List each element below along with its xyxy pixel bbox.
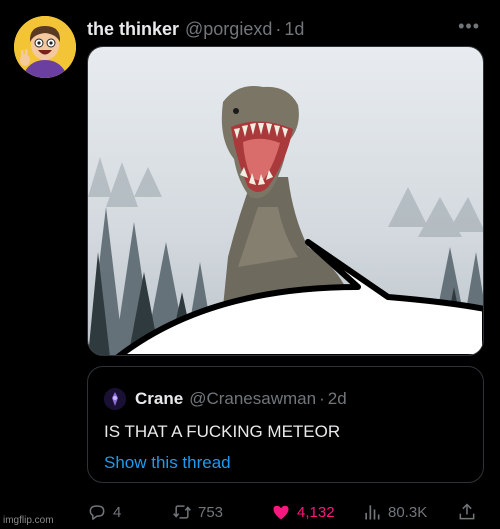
cartoon-avatar-icon [14,16,76,78]
quoted-author-avatar[interactable] [104,388,126,410]
imgflip-watermark: imgflip.com [3,515,54,526]
reply-button[interactable]: 4 [87,500,121,524]
quoted-author-display-name[interactable]: Crane [135,389,183,409]
retweet-button[interactable]: 753 [172,500,223,524]
dinosaur-image [88,47,483,355]
tweet-timestamp[interactable]: 1d [284,19,304,40]
more-horizontal-icon[interactable]: ••• [458,17,480,35]
retweet-icon [173,505,191,519]
like-button[interactable]: 4,132 [271,500,335,524]
share-button[interactable] [457,500,483,524]
show-thread-link[interactable]: Show this thread [104,453,231,473]
views-button[interactable]: 80.3K [362,500,427,524]
reply-icon [89,505,105,520]
author-display-name[interactable]: the thinker [87,19,179,40]
quoted-author-handle[interactable]: @Cranesawman [189,389,316,409]
tweet-image[interactable] [87,46,484,356]
tweet-header: the thinker @porgiexd · 1d ••• [87,17,480,41]
action-bar: 4 753 4,132 80.3K [87,500,487,524]
quoted-tweet-timestamp[interactable]: 2d [328,389,347,409]
reply-count: 4 [113,503,122,521]
views-count: 80.3K [388,503,428,521]
heart-icon [273,505,289,520]
retweet-count: 753 [198,503,224,521]
share-icon [459,503,475,520]
author-avatar[interactable] [14,16,76,78]
separator-dot: · [275,18,282,39]
views-icon [365,505,380,520]
like-count: 4,132 [297,503,335,521]
quoted-tweet[interactable]: Crane @Cranesawman · 2d IS THAT A FUCKIN… [87,366,484,483]
separator-dot: · [319,389,325,408]
quoted-tweet-header: Crane @Cranesawman · 2d [104,387,471,411]
author-handle[interactable]: @porgiexd [185,19,272,40]
quoted-tweet-text: IS THAT A FUCKING METEOR [104,422,341,441]
crane-avatar-icon [104,388,126,410]
tweet: the thinker @porgiexd · 1d ••• Crane @Cr… [0,0,500,529]
